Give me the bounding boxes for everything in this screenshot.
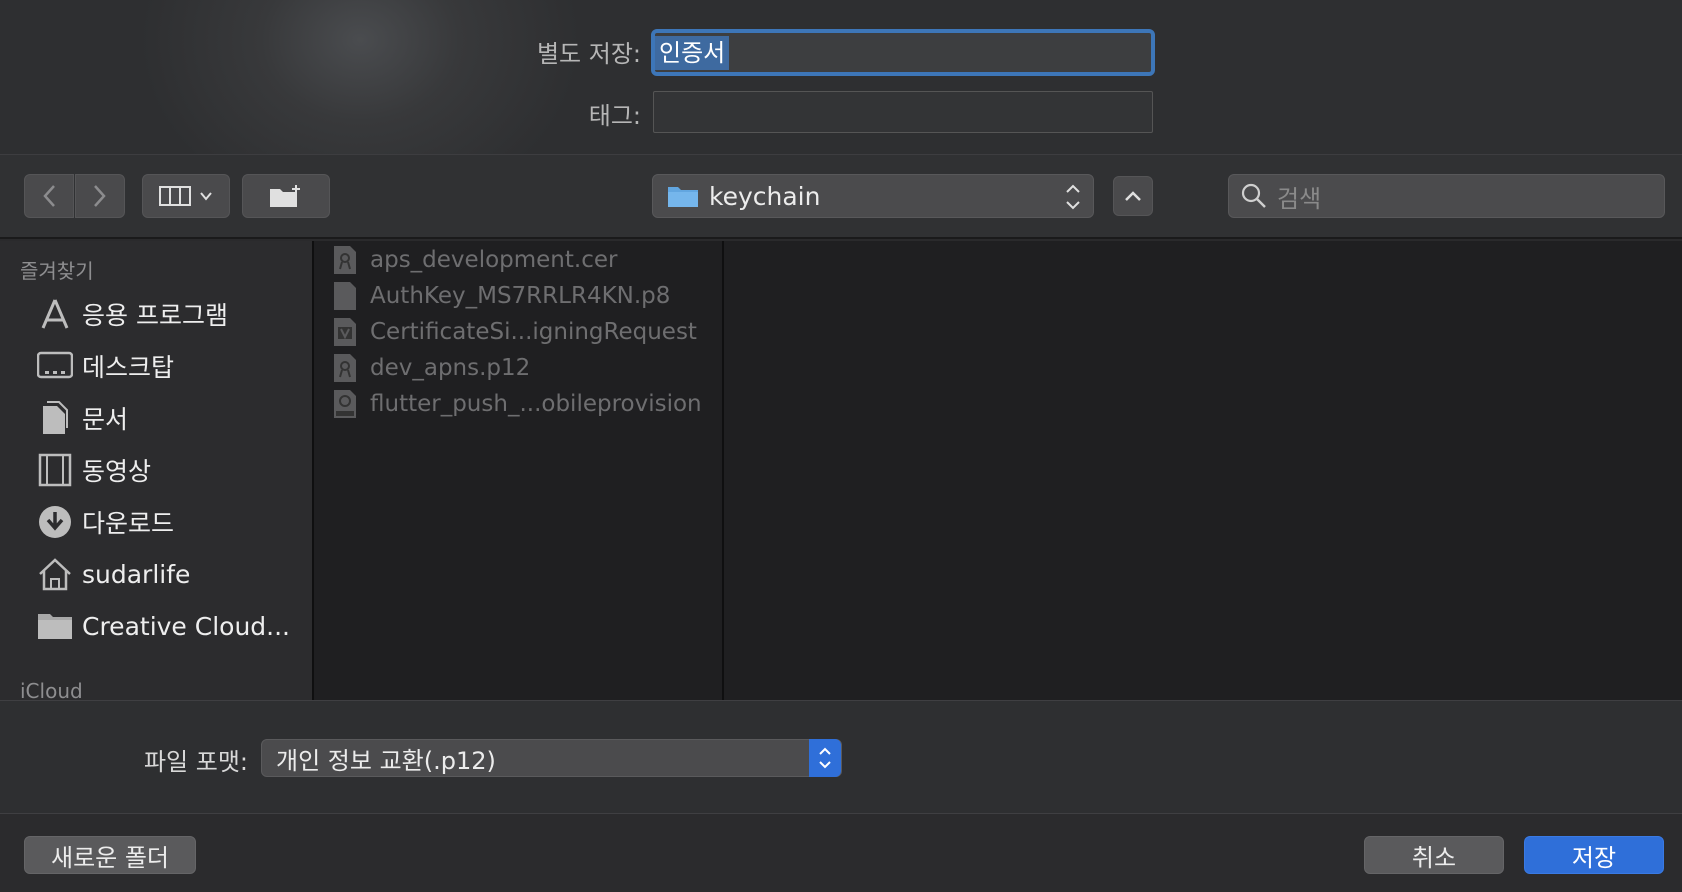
column-view-icon	[159, 186, 191, 206]
location-popup[interactable]: keychain	[652, 174, 1094, 218]
file-name: CertificateSi...igningRequest	[370, 319, 697, 345]
applications-icon	[36, 295, 74, 333]
file-item[interactable]: flutter_push_...obileprovision	[332, 387, 702, 421]
file-name: AuthKey_MS7RRLR4KN.p8	[370, 283, 671, 309]
file-item[interactable]: dev_apns.p12	[332, 351, 530, 385]
file-name: dev_apns.p12	[370, 355, 531, 381]
format-label: 파일 포맷:	[143, 748, 248, 776]
new-folder-toolbar-button[interactable]	[242, 174, 330, 218]
format-stepper	[809, 739, 841, 777]
sidebar-item-home[interactable]: sudarlife	[36, 552, 190, 596]
new-folder-button[interactable]: 새로운 폴더	[24, 836, 196, 874]
sidebar-item-label: 문서	[82, 405, 129, 434]
provisioning-profile-icon	[334, 390, 356, 418]
filename-value[interactable]: 인증서	[655, 36, 730, 70]
up-down-stepper-icon	[819, 747, 831, 769]
file-item[interactable]: aps_development.cer	[332, 243, 617, 277]
back-button[interactable]	[24, 174, 74, 218]
forward-button[interactable]	[75, 174, 125, 218]
certificate-icon	[334, 354, 356, 382]
certificate-icon	[334, 246, 356, 274]
movies-icon	[36, 451, 74, 489]
sidebar-item-label: 데스크탑	[82, 353, 175, 382]
home-icon	[36, 555, 74, 593]
nav-buttons	[24, 174, 126, 218]
sidebar-item-label: 응용 프로그램	[82, 301, 228, 330]
save-dialog: 별도 저장: 인증서 태그: keychain 검색 즐겨찾기 응용 프로그램 …	[0, 0, 1682, 892]
sidebar-item-documents[interactable]: 문서	[36, 396, 128, 440]
sidebar: 즐겨찾기 응용 프로그램 데스크탑 문서 동영상 다운로드 sudarlife …	[0, 241, 312, 700]
document-icon	[334, 282, 356, 310]
sidebar-item-movies[interactable]: 동영상	[36, 448, 151, 492]
downloads-icon	[36, 503, 74, 541]
chevron-up-icon	[1125, 191, 1141, 201]
sidebar-item-label: 다운로드	[82, 509, 175, 538]
view-mode-button[interactable]	[142, 174, 230, 218]
save-button[interactable]: 저장	[1524, 836, 1664, 874]
sidebar-item-downloads[interactable]: 다운로드	[36, 500, 174, 544]
csr-icon	[334, 318, 356, 346]
desktop-icon	[36, 347, 74, 385]
favorites-heading: 즐겨찾기	[20, 259, 94, 283]
folder-icon	[668, 187, 698, 207]
file-name: flutter_push_...obileprovision	[370, 391, 702, 417]
sidebar-item-label: sudarlife	[82, 559, 191, 589]
sidebar-item-creative-cloud[interactable]: Creative Cloud...	[36, 604, 290, 648]
sidebar-item-desktop[interactable]: 데스크탑	[36, 344, 174, 388]
chevron-left-icon	[43, 185, 55, 207]
tags-label: 태그:	[588, 102, 641, 130]
documents-icon	[36, 399, 74, 437]
file-column: aps_development.cer AuthKey_MS7RRLR4KN.p…	[312, 241, 724, 700]
location-label: keychain	[709, 181, 821, 211]
new-folder-icon	[270, 185, 300, 207]
parent-folder-button[interactable]	[1113, 176, 1153, 216]
format-selected-value: 개인 정보 교환(.p12)	[276, 746, 496, 775]
chevron-down-icon	[200, 192, 212, 201]
search-icon	[1241, 183, 1266, 208]
file-item[interactable]: AuthKey_MS7RRLR4KN.p8	[332, 279, 670, 313]
folder-icon	[36, 607, 74, 645]
chevron-right-icon	[94, 185, 106, 207]
search-field[interactable]: 검색	[1228, 174, 1665, 218]
preview-column	[724, 241, 1682, 700]
sidebar-item-applications[interactable]: 응용 프로그램	[36, 292, 228, 336]
file-name: aps_development.cer	[370, 247, 618, 273]
sidebar-item-label: 동영상	[82, 457, 152, 486]
format-select[interactable]: 개인 정보 교환(.p12)	[261, 739, 842, 777]
file-item[interactable]: CertificateSi...igningRequest	[332, 315, 697, 349]
tags-field[interactable]	[653, 91, 1153, 133]
icloud-heading: iCloud	[20, 679, 83, 700]
up-down-stepper-icon	[1066, 184, 1080, 210]
cancel-button[interactable]: 취소	[1364, 836, 1504, 874]
save-as-label: 별도 저장:	[536, 40, 641, 68]
sidebar-item-label: Creative Cloud...	[82, 611, 291, 641]
search-placeholder: 검색	[1277, 184, 1322, 213]
